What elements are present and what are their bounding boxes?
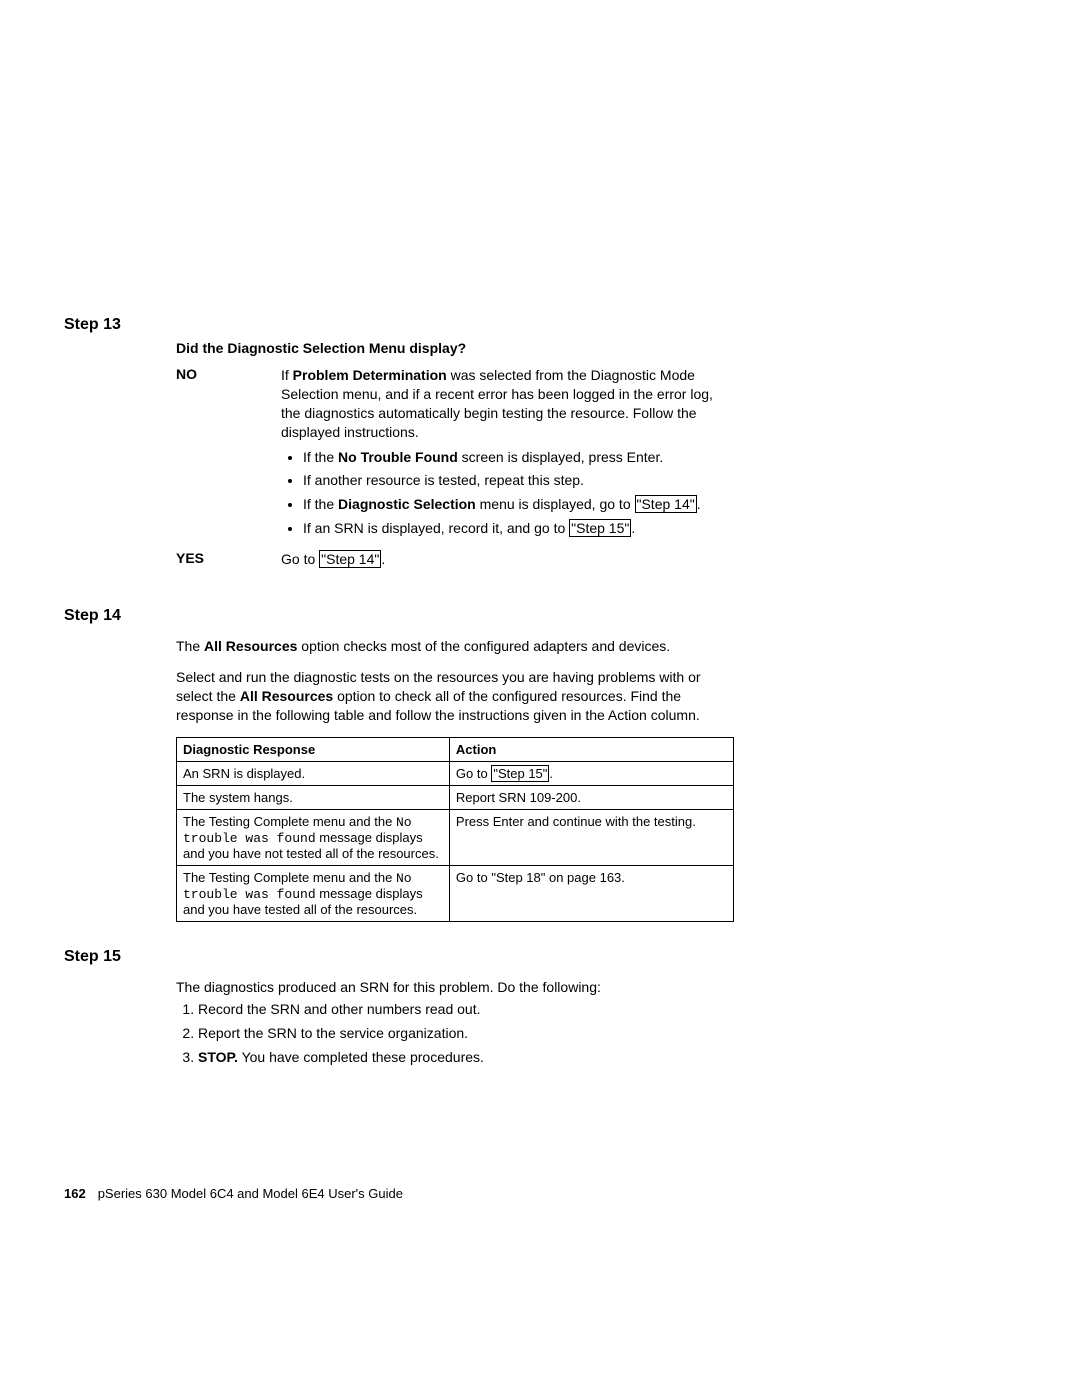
t: If an SRN is displayed, record it, and g… (303, 520, 569, 536)
th-action: Action (449, 737, 733, 761)
step13-yes-para: Go to "Step 14". (281, 550, 734, 569)
t: option checks most of the configured ada… (297, 638, 670, 654)
bullet-item: If another resource is tested, repeat th… (303, 471, 734, 490)
step13-bullets: If the No Trouble Found screen is displa… (281, 448, 734, 539)
t: Go to (456, 766, 491, 781)
t: Go to (281, 551, 319, 567)
step14-link[interactable]: "Step 14" (319, 550, 381, 568)
list-item: Report the SRN to the service organizati… (198, 1024, 734, 1043)
t: If the (303, 449, 338, 465)
cell: Go to "Step 18" on page 163. (449, 865, 733, 921)
step13-yes-row: YES Go to "Step 14". (176, 550, 734, 575)
cell: Report SRN 109-200. (449, 785, 733, 809)
t: menu is displayed, go to (476, 496, 635, 512)
step15-link[interactable]: "Step 15" (491, 765, 549, 782)
step13-no-row: NO If Problem Determination was selected… (176, 366, 734, 544)
step15-heading: Step 15 (64, 948, 734, 966)
step15-list: Record the SRN and other numbers read ou… (176, 1000, 734, 1067)
bullet-item: If the Diagnostic Selection menu is disp… (303, 495, 734, 514)
table-header-row: Diagnostic Response Action (177, 737, 734, 761)
list-item: Record the SRN and other numbers read ou… (198, 1000, 734, 1019)
doc-title: pSeries 630 Model 6C4 and Model 6E4 User… (98, 1186, 403, 1201)
t: The (176, 638, 204, 654)
step15-intro: The diagnostics produced an SRN for this… (176, 978, 734, 997)
table-row: An SRN is displayed. Go to "Step 15". (177, 761, 734, 785)
no-label: NO (176, 366, 281, 544)
t: Diagnostic Selection (338, 496, 476, 512)
cell: The system hangs. (177, 785, 450, 809)
cell: Go to "Step 15". (449, 761, 733, 785)
t: . (549, 766, 553, 781)
step14-para1: The All Resources option checks most of … (176, 637, 734, 656)
bullet-item: If an SRN is displayed, record it, and g… (303, 519, 734, 538)
t: The Testing Complete menu and the (183, 814, 396, 829)
t: All Resources (240, 688, 333, 704)
step13-heading: Step 13 (64, 316, 734, 334)
t: . (631, 520, 635, 536)
step14-para2: Select and run the diagnostic tests on t… (176, 668, 734, 725)
table-row: The Testing Complete menu and the No tro… (177, 865, 734, 921)
cell: Press Enter and continue with the testin… (449, 809, 733, 865)
t: If the (303, 496, 338, 512)
t: . (697, 496, 701, 512)
diagnostic-table: Diagnostic Response Action An SRN is dis… (176, 737, 734, 922)
cell: The Testing Complete menu and the No tro… (177, 809, 450, 865)
t: All Resources (204, 638, 297, 654)
step13-question: Did the Diagnostic Selection Menu displa… (176, 340, 734, 356)
t: STOP. (198, 1049, 238, 1065)
step15-link[interactable]: "Step 15" (569, 519, 631, 537)
bullet-item: If the No Trouble Found screen is displa… (303, 448, 734, 467)
page-content: Step 13 Did the Diagnostic Selection Men… (64, 316, 734, 1073)
page-number: 162 (64, 1186, 86, 1201)
th-response: Diagnostic Response (177, 737, 450, 761)
cell: The Testing Complete menu and the No tro… (177, 865, 450, 921)
list-item: STOP. You have completed these procedure… (198, 1048, 734, 1067)
t: No Trouble Found (338, 449, 458, 465)
yes-label: YES (176, 550, 281, 575)
t: . (381, 551, 385, 567)
page-footer: 162 pSeries 630 Model 6C4 and Model 6E4 U… (64, 1186, 403, 1201)
step13-no-para: If Problem Determination was selected fr… (281, 366, 734, 442)
t: The Testing Complete menu and the (183, 870, 396, 885)
t: Problem Determination (293, 367, 447, 383)
cell: An SRN is displayed. (177, 761, 450, 785)
step14-heading: Step 14 (64, 607, 734, 625)
table-row: The Testing Complete menu and the No tro… (177, 809, 734, 865)
table-row: The system hangs. Report SRN 109-200. (177, 785, 734, 809)
t: screen is displayed, press Enter. (458, 449, 663, 465)
t: If (281, 367, 293, 383)
t: You have completed these procedures. (238, 1049, 484, 1065)
step14-link[interactable]: "Step 14" (635, 495, 697, 513)
